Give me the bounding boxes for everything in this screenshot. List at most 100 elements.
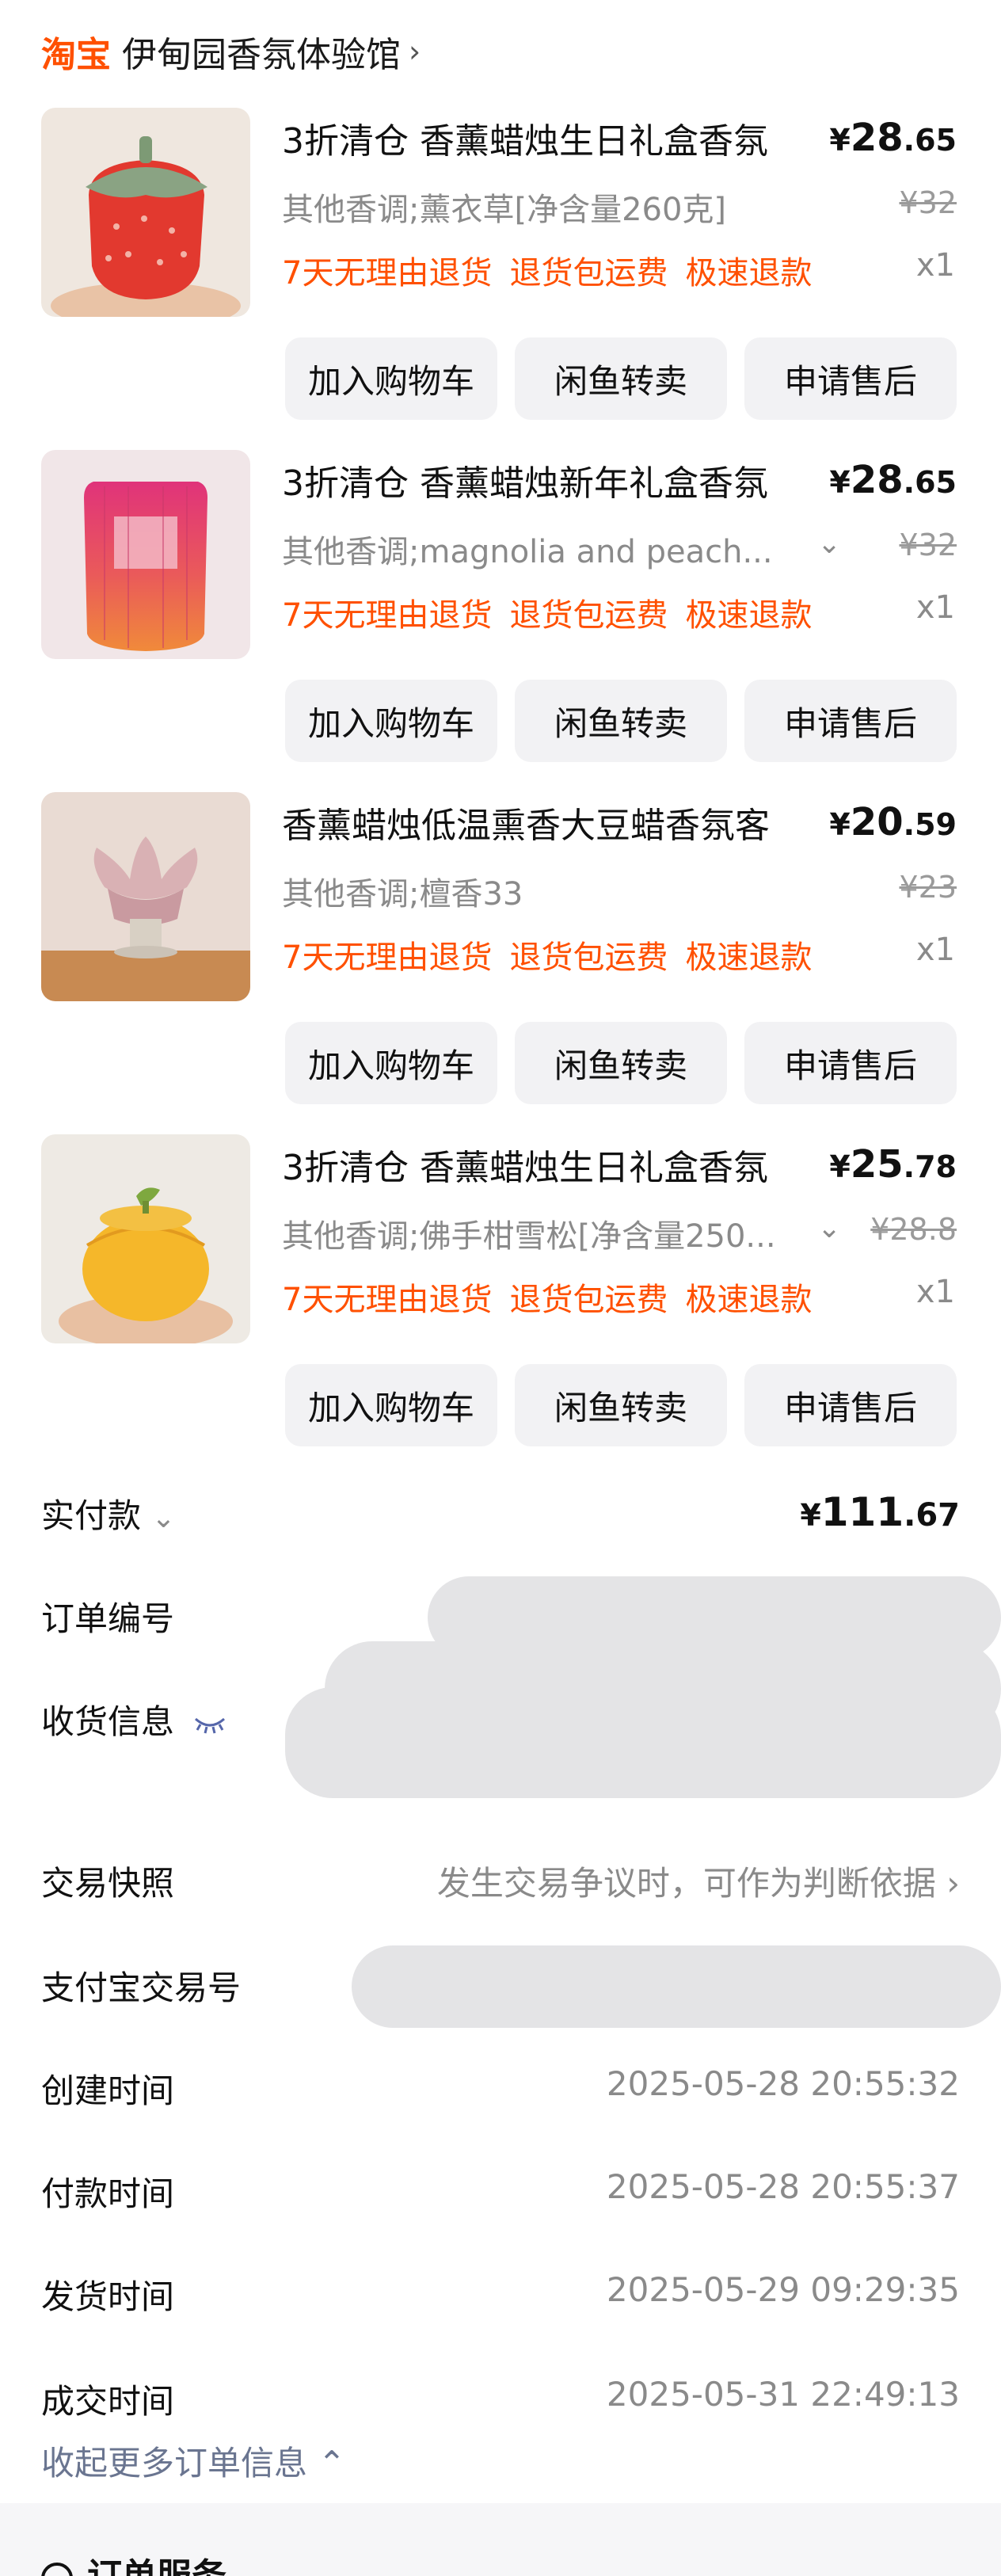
eye-closed-icon[interactable] xyxy=(192,1713,227,1736)
order-item[interactable]: 3折清仓 香薰蜡烛生日礼盒香氛 ¥28.65 其他香调;薰衣草[净含量260克]… xyxy=(0,108,1001,450)
price-integer: 25 xyxy=(850,1142,904,1187)
add-to-cart-button[interactable]: 加入购物车 xyxy=(285,1364,497,1446)
product-title[interactable]: 3折清仓 香薰蜡烛新年礼盒香氛 xyxy=(282,455,820,505)
price-decimal: .59 xyxy=(903,807,957,842)
after-sales-button[interactable]: 申请售后 xyxy=(744,1022,957,1104)
order-item[interactable]: 3折清仓 香薰蜡烛生日礼盒香氛 ¥25.78 其他香调;佛手柑雪松[净含量250… xyxy=(0,1134,1001,1477)
service-tags: 7天无理由退货 退货包运费 极速退款 xyxy=(282,247,829,293)
product-quantity: x1 xyxy=(915,932,955,968)
service-tags: 7天无理由退货 退货包运费 极速退款 xyxy=(282,932,829,977)
add-to-cart-button[interactable]: 加入购物车 xyxy=(285,1022,497,1104)
service-tag: 7天无理由退货 xyxy=(282,1282,493,1318)
taobao-logo: 淘宝 xyxy=(41,35,111,75)
created-time-value: 2025-05-28 20:55:32 xyxy=(606,2064,960,2103)
paid-amount-integer: 111 xyxy=(820,1489,904,1535)
service-tags: 7天无理由退货 退货包运费 极速退款 xyxy=(282,589,829,635)
xianyu-resell-button[interactable]: 闲鱼转卖 xyxy=(515,337,727,420)
shipped-time-label: 发货时间 xyxy=(41,2277,175,2316)
product-price: ¥28.65 xyxy=(829,458,957,502)
add-to-cart-button[interactable]: 加入购物车 xyxy=(285,337,497,420)
product-thumbnail[interactable] xyxy=(41,1134,250,1343)
after-sales-button[interactable]: 申请售后 xyxy=(744,337,957,420)
shipping-info-text: 收货信息 xyxy=(41,1702,175,1741)
order-service-section[interactable]: 订单服务 xyxy=(41,2547,226,2576)
service-tag: 退货包运费 xyxy=(509,939,668,976)
original-price: ¥32 xyxy=(899,185,957,220)
trade-snapshot-value[interactable]: 发生交易争议时，可作为判断依据 › xyxy=(437,1857,960,1905)
product-title[interactable]: 3折清仓 香薰蜡烛生日礼盒香氛 xyxy=(282,1139,820,1190)
shop-header[interactable]: 淘宝 伊甸园香氛体验馆 › xyxy=(41,27,421,76)
trade-snapshot-text: 发生交易争议时，可作为判断依据 xyxy=(436,1864,936,1903)
after-sales-button[interactable]: 申请售后 xyxy=(744,1364,957,1446)
product-quantity: x1 xyxy=(915,1274,955,1310)
service-icon xyxy=(41,2563,73,2576)
chevron-down-icon[interactable]: ⌄ xyxy=(817,528,841,560)
product-thumbnail[interactable] xyxy=(41,450,250,659)
payment-time-row: 付款时间 2025-05-28 20:55:37 xyxy=(41,2167,960,2231)
service-tag: 退货包运费 xyxy=(509,255,668,292)
product-quantity: x1 xyxy=(915,247,955,284)
after-sales-button[interactable]: 申请售后 xyxy=(744,680,957,762)
product-sku: 其他香调;檀香33 xyxy=(282,876,523,913)
service-tag: 极速退款 xyxy=(685,597,813,634)
price-decimal: .65 xyxy=(903,123,957,158)
product-sku: 其他香调;薰衣草[净含量260克] xyxy=(282,192,727,228)
xianyu-resell-button[interactable]: 闲鱼转卖 xyxy=(515,1022,727,1104)
item-actions: 加入购物车 闲鱼转卖 申请售后 xyxy=(285,337,957,420)
item-actions: 加入购物车 闲鱼转卖 申请售后 xyxy=(285,1022,957,1104)
item-actions: 加入购物车 闲鱼转卖 申请售后 xyxy=(285,680,957,762)
service-tags: 7天无理由退货 退货包运费 极速退款 xyxy=(282,1274,829,1320)
product-price: ¥28.65 xyxy=(829,116,957,160)
currency-symbol: ¥ xyxy=(829,1149,851,1184)
product-thumbnail[interactable] xyxy=(41,108,250,317)
paid-amount-value: ¥111.67 xyxy=(800,1489,960,1535)
chevron-down-icon[interactable]: ⌄ xyxy=(817,1212,841,1244)
currency-symbol: ¥ xyxy=(829,465,851,500)
currency-symbol: ¥ xyxy=(829,807,851,842)
citrus-candle-image xyxy=(41,1134,250,1343)
xianyu-resell-button[interactable]: 闲鱼转卖 xyxy=(515,680,727,762)
service-tag: 退货包运费 xyxy=(509,597,668,634)
closed-time-row: 成交时间 2025-05-31 22:49:13 xyxy=(41,2375,960,2438)
paid-amount-text: 实付款 xyxy=(41,1496,142,1535)
price-integer: 28 xyxy=(850,116,904,160)
shipped-time-value: 2025-05-29 09:29:35 xyxy=(606,2270,960,2309)
paid-amount-row[interactable]: 实付款 ⌄ ¥111.67 xyxy=(41,1489,960,1553)
product-title[interactable]: 香薰蜡烛低温熏香大豆蜡香氛客 xyxy=(282,797,820,848)
shop-name[interactable]: 伊甸园香氛体验馆 xyxy=(122,26,401,77)
add-to-cart-button[interactable]: 加入购物车 xyxy=(285,680,497,762)
payment-time-value: 2025-05-28 20:55:37 xyxy=(606,2167,960,2206)
product-thumbnail[interactable] xyxy=(41,792,250,1001)
product-sku[interactable]: 其他香调;佛手柑雪松[净含量250... xyxy=(282,1210,805,1256)
service-tag: 退货包运费 xyxy=(509,1282,668,1318)
order-number-label: 订单编号 xyxy=(41,1599,175,1638)
currency-symbol: ¥ xyxy=(829,123,851,158)
xianyu-resell-button[interactable]: 闲鱼转卖 xyxy=(515,1364,727,1446)
product-title[interactable]: 3折清仓 香薰蜡烛生日礼盒香氛 xyxy=(282,112,820,163)
service-tag: 极速退款 xyxy=(685,1282,813,1318)
jar-candle-image xyxy=(41,450,250,659)
original-price: ¥23 xyxy=(899,870,957,905)
original-price: ¥32 xyxy=(899,528,957,562)
chevron-right-icon: › xyxy=(946,1864,960,1903)
trade-snapshot-label: 交易快照 xyxy=(41,1864,175,1903)
collapse-order-info-text: 收起更多订单信息 xyxy=(41,2444,308,2483)
service-tag: 7天无理由退货 xyxy=(282,255,493,292)
original-price: ¥28.8 xyxy=(870,1212,957,1247)
strawberry-candle-image xyxy=(41,108,250,317)
trade-snapshot-row[interactable]: 交易快照 发生交易争议时，可作为判断依据 › xyxy=(41,1857,960,1920)
order-item[interactable]: 香薰蜡烛低温熏香大豆蜡香氛客 ¥20.59 其他香调;檀香33 ¥23 7天无理… xyxy=(0,792,1001,1134)
collapse-order-info-label[interactable]: 收起更多订单信息 ⌃ xyxy=(41,2437,346,2485)
chevron-up-icon: ⌃ xyxy=(318,2444,346,2483)
redacted-shipping-info xyxy=(285,1687,1001,1798)
alipay-transaction-label: 支付宝交易号 xyxy=(41,1968,242,2007)
created-time-row: 创建时间 2025-05-28 20:55:32 xyxy=(41,2064,960,2128)
shipping-info-label: 收货信息 xyxy=(41,1695,227,1743)
collapse-order-info[interactable]: 收起更多订单信息 ⌃ xyxy=(41,2437,960,2500)
paid-amount-label[interactable]: 实付款 ⌄ xyxy=(41,1489,176,1538)
product-price: ¥25.78 xyxy=(829,1142,957,1187)
price-decimal: .65 xyxy=(903,465,957,500)
order-item[interactable]: 3折清仓 香薰蜡烛新年礼盒香氛 ¥28.65 其他香调;magnolia and… xyxy=(0,450,1001,792)
product-quantity: x1 xyxy=(915,589,955,626)
product-sku[interactable]: 其他香调;magnolia and peach... xyxy=(282,526,797,572)
